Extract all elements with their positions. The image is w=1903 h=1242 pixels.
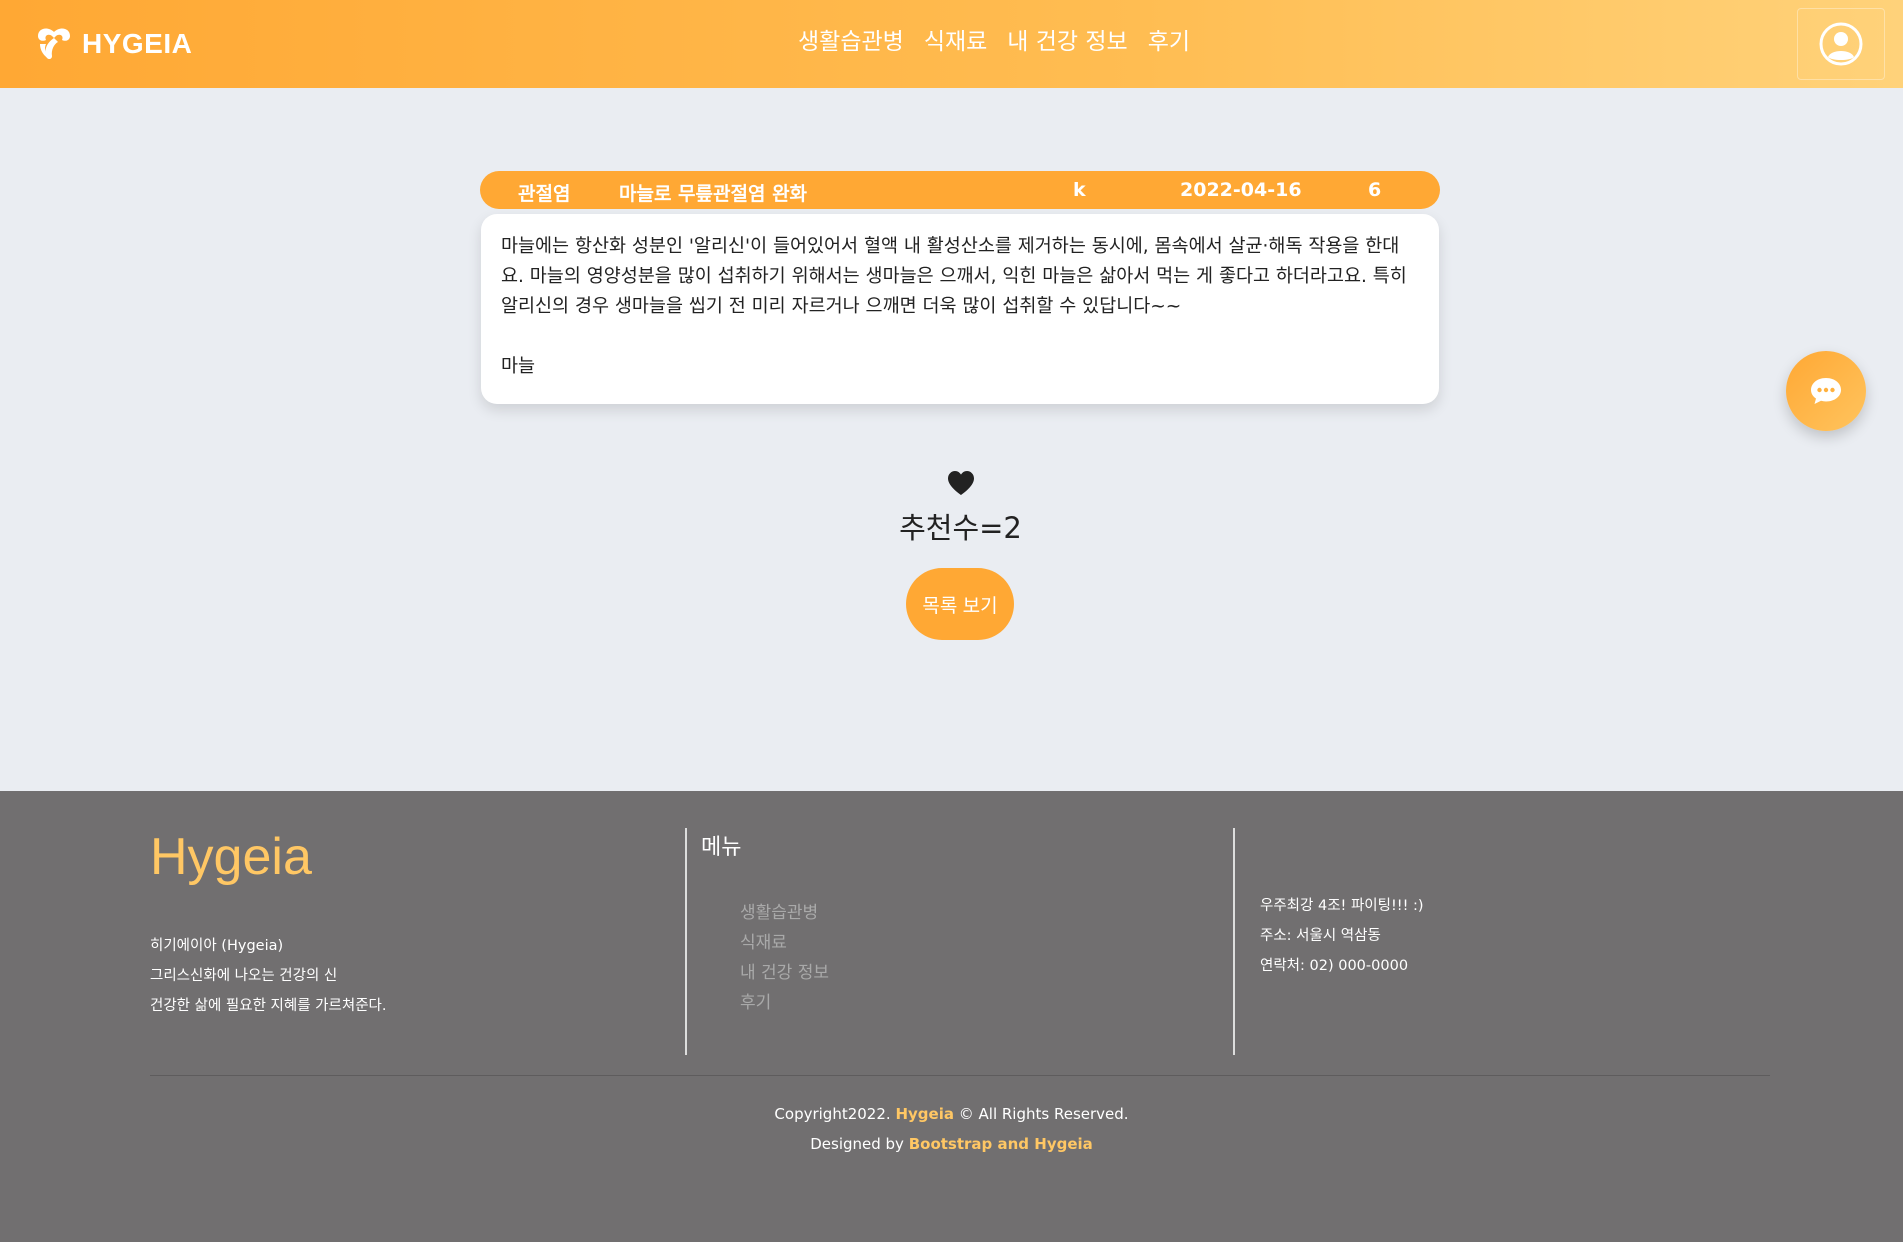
logo-link[interactable]: HYGEIA: [34, 26, 192, 62]
post-author: k: [1073, 179, 1086, 201]
footer-copyright: Copyright2022. Hygeia © All Rights Reser…: [0, 1099, 1903, 1159]
footer-menu-title: 메뉴: [701, 835, 742, 860]
post-body-card: 마늘에는 항산화 성분인 '알리신'이 들어있어서 혈액 내 활성산소를 제거하…: [481, 214, 1439, 404]
designed-by-link[interactable]: Bootstrap and Hygeia: [909, 1135, 1093, 1153]
footer-menu-ingredients[interactable]: 식재료: [740, 933, 787, 953]
post-view-count: 6: [1368, 179, 1382, 201]
recommend-count: 추천수=2: [899, 511, 1022, 545]
copyright-suffix: © All Rights Reserved.: [958, 1105, 1129, 1123]
footer: Hygeia 히기에이아 (Hygeia) 그리스신화에 나오는 건강의 신 건…: [0, 791, 1903, 1242]
post-content: 마늘에는 항산화 성분인 '알리신'이 들어있어서 혈액 내 활성산소를 제거하…: [501, 236, 1407, 317]
copyright-brand: Hygeia: [895, 1105, 954, 1123]
chat-bubble-icon: [1811, 378, 1841, 404]
user-avatar-icon: [1819, 22, 1863, 66]
footer-info-line: 주소: 서울시 역삼동: [1260, 928, 1381, 944]
heart-like-icon[interactable]: [947, 470, 975, 496]
post-tag: 마늘: [501, 356, 536, 377]
logo-text: HYGEIA: [82, 28, 193, 59]
chat-floating-button[interactable]: [1786, 351, 1866, 431]
user-menu-button[interactable]: [1797, 8, 1885, 80]
footer-divider: [1233, 828, 1235, 1055]
footer-contact-info: 우주최강 4조! 파이팅!!! :) 주소: 서울시 역삼동 연락처: 02) …: [1260, 891, 1424, 981]
footer-info-line: 연락처: 02) 000-0000: [1260, 958, 1409, 974]
footer-description: 히기에이아 (Hygeia) 그리스신화에 나오는 건강의 신 건강한 삶에 필…: [150, 931, 386, 1021]
footer-divider: [685, 828, 687, 1055]
post-category: 관절염: [518, 183, 571, 205]
designed-prefix: Designed by: [810, 1135, 904, 1153]
nav-item-reviews[interactable]: 후기: [1148, 22, 1190, 56]
footer-info-line: 우주최강 4조! 파이팅!!! :): [1260, 898, 1424, 914]
hygeia-logo-icon: [38, 28, 70, 59]
footer-desc-line: 히기에이아 (Hygeia): [150, 938, 284, 954]
footer-brand: Hygeia: [150, 828, 312, 886]
main-nav: 생활습관병 식재료 내 건강 정보 후기: [798, 22, 1190, 56]
footer-desc-line: 건강한 삶에 필요한 지혜를 가르쳐준다.: [150, 998, 387, 1014]
post-date: 2022-04-16: [1180, 179, 1302, 201]
footer-menu-reviews[interactable]: 후기: [740, 993, 771, 1013]
footer-menu: 생활습관병 식재료 내 건강 정보 후기: [740, 898, 829, 1018]
footer-separator: [150, 1075, 1770, 1076]
post-header-bar: 관절염 마늘로 무릎관절염 완화 k 2022-04-16 6: [480, 171, 1440, 209]
footer-desc-line: 그리스신화에 나오는 건강의 신: [150, 968, 338, 984]
nav-item-lifestyle-disease[interactable]: 생활습관병: [798, 22, 904, 56]
post-title: 마늘로 무릎관절염 완화: [619, 183, 808, 205]
nav-item-my-health-info[interactable]: 내 건강 정보: [1007, 22, 1127, 56]
copyright-prefix: Copyright2022.: [774, 1105, 891, 1123]
top-navbar: HYGEIA 생활습관병 식재료 내 건강 정보 후기: [0, 0, 1903, 88]
view-list-button[interactable]: 목록 보기: [906, 568, 1014, 640]
footer-menu-lifestyle-disease[interactable]: 생활습관병: [740, 903, 818, 923]
nav-item-ingredients[interactable]: 식재료: [924, 22, 987, 56]
footer-menu-my-health-info[interactable]: 내 건강 정보: [740, 963, 829, 983]
